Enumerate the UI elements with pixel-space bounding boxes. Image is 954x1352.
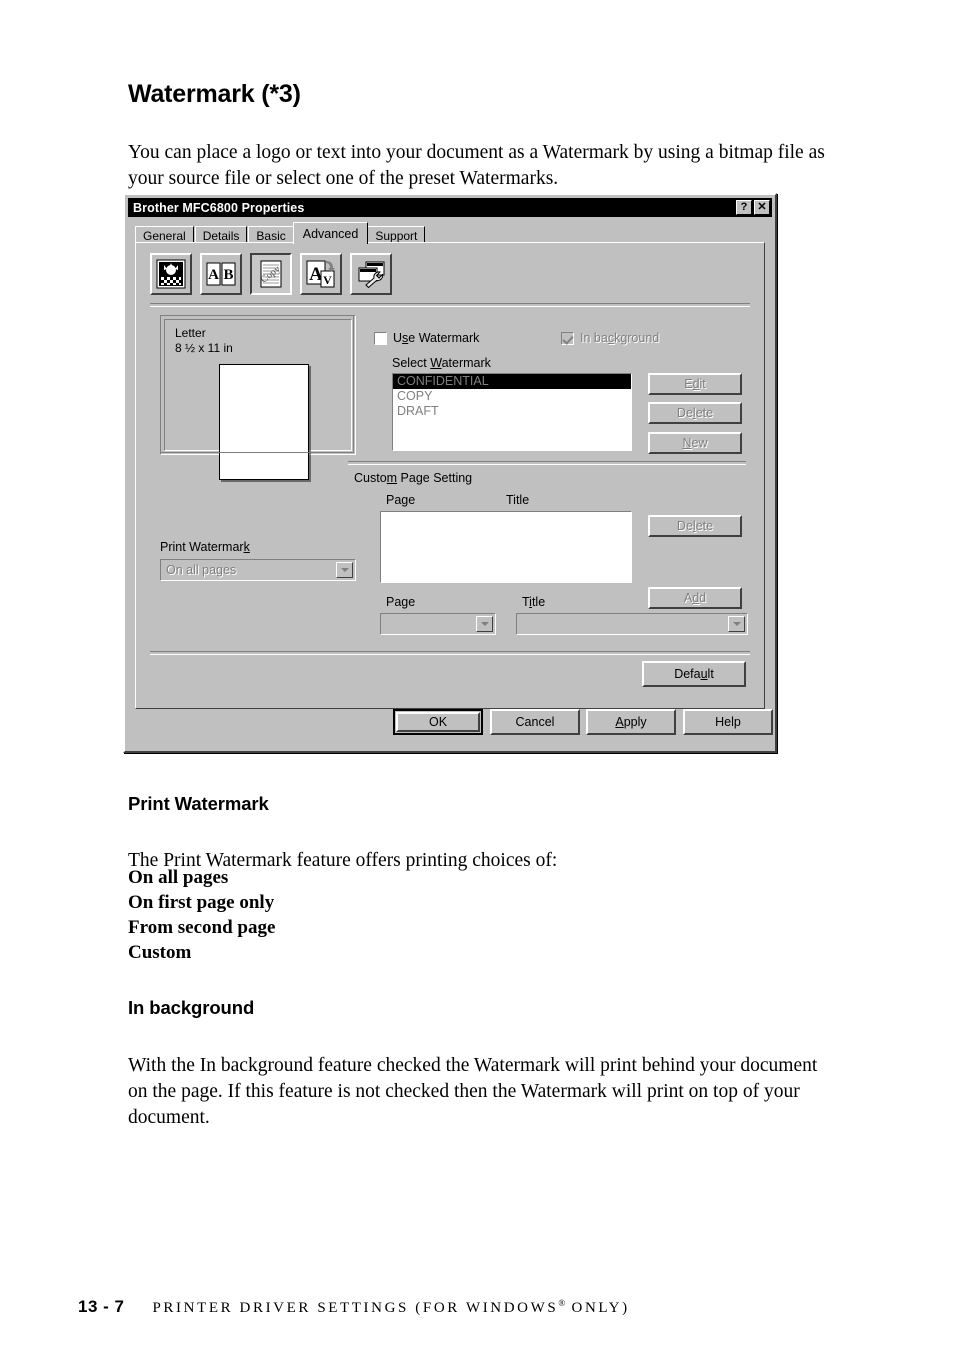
footer-page-number: 13 - 7 bbox=[78, 1297, 125, 1316]
in-background-body: With the In background feature checked t… bbox=[128, 1054, 818, 1128]
chevron-down-icon[interactable] bbox=[728, 616, 745, 632]
list-item[interactable]: CONFIDENTIAL bbox=[393, 374, 631, 389]
choice-item: From second page bbox=[128, 917, 276, 938]
default-button[interactable]: Defa u lt bbox=[642, 661, 746, 687]
print-watermark-select[interactable]: On all pages bbox=[160, 559, 356, 581]
choice-item: Custom bbox=[128, 942, 192, 963]
use-watermark-checkbox[interactable]: Use Watermark bbox=[374, 331, 479, 345]
advanced-tab-panel: A B Copy A V Letter 8 ½ x 11 in Print Wa… bbox=[135, 242, 765, 709]
dialog-titlebar[interactable]: Brother MFC6800 Properties ? ✕ bbox=[128, 198, 772, 217]
svg-text:V: V bbox=[323, 273, 332, 287]
chevron-down-icon[interactable] bbox=[336, 562, 353, 578]
two-in-one-icon[interactable]: A B bbox=[200, 253, 242, 295]
use-watermark-label: Use Watermark bbox=[393, 331, 480, 345]
ok-button-label: OK bbox=[396, 712, 480, 732]
print-watermark-value: On all pages bbox=[166, 563, 237, 577]
apply-button[interactable]: Apply bbox=[586, 709, 676, 735]
footer-breadcrumb: Printer Driver Settings (For Windows® On… bbox=[152, 1298, 629, 1317]
help-button-footer[interactable]: Help bbox=[683, 709, 773, 735]
page-orientation-icon[interactable]: A V bbox=[300, 253, 342, 295]
add-custom-page-button[interactable]: Add bbox=[648, 587, 742, 609]
column-header-title: Title bbox=[506, 493, 530, 507]
title-field-label: Title bbox=[522, 595, 546, 609]
page-field-label: Page bbox=[386, 595, 416, 609]
page-field-select[interactable] bbox=[380, 613, 496, 635]
close-icon[interactable]: ✕ bbox=[754, 200, 770, 215]
in-background-heading: In background bbox=[128, 997, 255, 1018]
titlebar-buttons: ? ✕ bbox=[736, 200, 770, 215]
svg-text:B: B bbox=[223, 267, 233, 283]
select-watermark-label: Select Watermark bbox=[392, 356, 491, 370]
printer-properties-dialog: Brother MFC6800 Properties ? ✕ General D… bbox=[123, 193, 777, 753]
footer-breadcrumb-post: Only) bbox=[565, 1300, 630, 1316]
page-footer: 13 - 7 Printer Driver Settings (For Wind… bbox=[78, 1297, 630, 1317]
in-background-checkbox[interactable]: In background bbox=[561, 331, 659, 345]
preview-sheet bbox=[219, 364, 309, 480]
ok-button[interactable]: OK bbox=[393, 709, 483, 735]
watermark-page-icon[interactable]: Copy bbox=[250, 253, 292, 295]
title-field-select[interactable] bbox=[516, 613, 748, 635]
tab-bar: General Details Basic Advanced Support bbox=[135, 222, 426, 244]
svg-text:A: A bbox=[208, 267, 219, 283]
paper-size: 8 ½ x 11 in bbox=[175, 341, 233, 355]
page-preview-frame: Letter 8 ½ x 11 in bbox=[160, 315, 356, 480]
tab-advanced[interactable]: Advanced bbox=[292, 222, 369, 244]
footer-breadcrumb-pre: Printer Driver Settings (For Windows bbox=[152, 1300, 559, 1316]
page-preview: Letter 8 ½ x 11 in bbox=[164, 319, 352, 480]
page-canvas: Watermark (*3) You can place a logo or t… bbox=[0, 0, 954, 1352]
paper-name: Letter bbox=[175, 326, 206, 340]
chevron-down-icon[interactable] bbox=[476, 616, 493, 632]
dialog-title: Brother MFC6800 Properties bbox=[133, 200, 305, 215]
delete-custom-page-button[interactable]: De l ete bbox=[648, 515, 742, 537]
choice-item: On all pages bbox=[128, 867, 229, 888]
list-item[interactable]: DRAFT bbox=[393, 404, 631, 419]
intro-paragraph: You can place a logo or text into your d… bbox=[128, 141, 825, 189]
custom-page-setting-label: Custom Page Setting bbox=[354, 471, 473, 485]
delete-watermark-button[interactable]: De l ete bbox=[648, 402, 742, 424]
feature-toolbar: A B Copy A V bbox=[150, 253, 392, 295]
print-watermark-heading: Print Watermark bbox=[128, 793, 269, 814]
page-title: Watermark (*3) bbox=[128, 80, 301, 108]
choice-item: On first page only bbox=[128, 892, 275, 913]
cancel-button[interactable]: Cancel bbox=[490, 709, 580, 735]
watermark-listbox[interactable]: CONFIDENTIAL COPY DRAFT bbox=[392, 373, 632, 451]
edit-watermark-button[interactable]: Ed it bbox=[648, 373, 742, 395]
custom-page-listbox[interactable] bbox=[380, 511, 632, 583]
list-item[interactable]: COPY bbox=[393, 389, 631, 404]
print-watermark-label: Print Watermark bbox=[160, 540, 250, 554]
toolbar-separator bbox=[150, 303, 750, 307]
checkbox-box[interactable] bbox=[561, 331, 574, 345]
halftone-image-icon[interactable] bbox=[150, 253, 192, 295]
in-background-label: In background bbox=[580, 331, 660, 345]
paper-info: Letter 8 ½ x 11 in bbox=[175, 326, 233, 356]
print-watermark-choices: On all pages On first page only From sec… bbox=[128, 865, 628, 965]
help-icon[interactable]: ? bbox=[736, 200, 752, 215]
device-options-icon[interactable] bbox=[350, 253, 392, 295]
column-header-page: Page bbox=[386, 493, 416, 507]
checkbox-box[interactable] bbox=[374, 331, 387, 345]
new-watermark-button[interactable]: New bbox=[648, 432, 742, 454]
